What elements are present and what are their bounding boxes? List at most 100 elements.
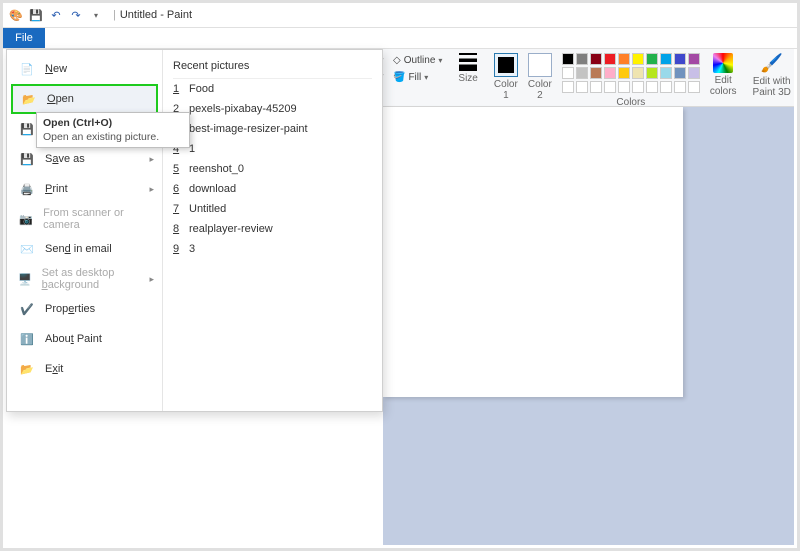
redo-icon[interactable]: ↷ bbox=[69, 8, 83, 22]
file-menu-email[interactable]: ✉️ Send in email bbox=[11, 234, 158, 264]
color-cell[interactable] bbox=[660, 81, 672, 93]
file-menu-saveas[interactable]: 💾 Save as ▸ bbox=[11, 144, 158, 174]
recent-item[interactable]: 6download bbox=[173, 179, 372, 199]
undo-icon[interactable]: ↶ bbox=[49, 8, 63, 22]
color-cell[interactable] bbox=[674, 81, 686, 93]
file-menu-properties[interactable]: ✔️Properties bbox=[11, 294, 158, 324]
recent-item[interactable]: 93 bbox=[173, 239, 372, 259]
paint-app-icon: 🎨 bbox=[9, 8, 23, 22]
color-cell[interactable] bbox=[562, 81, 574, 93]
color1-button[interactable]: Color 1 bbox=[490, 53, 522, 101]
color-cell[interactable] bbox=[688, 67, 700, 79]
color-cell[interactable] bbox=[562, 67, 574, 79]
color-cell[interactable] bbox=[660, 67, 672, 79]
color-cell[interactable] bbox=[646, 53, 658, 65]
edit-colors-button[interactable]: Edit colors bbox=[706, 53, 741, 97]
file-menu-item-label: Save as bbox=[45, 153, 85, 165]
file-menu-open[interactable]: 📂Open bbox=[11, 84, 158, 114]
color-cell[interactable] bbox=[618, 81, 630, 93]
fill-label: Fill bbox=[408, 72, 421, 83]
file-menu-item-label: From scanner or camera bbox=[43, 207, 152, 231]
outline-icon: ◇ bbox=[393, 55, 401, 66]
color-cell[interactable] bbox=[688, 53, 700, 65]
color-cell[interactable] bbox=[674, 53, 686, 65]
file-menu-commands: 📄New📂Open💾Save💾Save as▸🖨️Print▸📷From sca… bbox=[7, 50, 163, 411]
file-menu-new[interactable]: 📄 New bbox=[11, 54, 158, 84]
color-cell[interactable] bbox=[646, 67, 658, 79]
recent-item[interactable]: 3best-image-resizer-paint bbox=[173, 119, 372, 139]
submenu-arrow-icon: ▸ bbox=[149, 184, 154, 195]
file-menu-exit[interactable]: 📂Exit bbox=[11, 354, 158, 384]
print-icon: 🖨️ bbox=[17, 179, 37, 199]
color2-button[interactable]: Color 2 bbox=[524, 53, 556, 101]
chevron-down-icon: ▾ bbox=[438, 56, 442, 65]
chevron-down-icon: ▾ bbox=[424, 73, 428, 82]
scanner-icon: 📷 bbox=[17, 209, 35, 229]
recent-label: realplayer-review bbox=[189, 223, 273, 235]
edit-paint3d-button[interactable]: 🖌️ Edit with Paint 3D bbox=[749, 53, 795, 98]
recent-label: 3 bbox=[189, 243, 195, 255]
color-palette[interactable] bbox=[562, 53, 700, 95]
color-cell[interactable] bbox=[590, 81, 602, 93]
properties-icon: ✔️ bbox=[17, 299, 37, 319]
recent-item[interactable]: 5reenshot_0 bbox=[173, 159, 372, 179]
tooltip-body: Open an existing picture. bbox=[43, 131, 183, 143]
color-cell[interactable] bbox=[632, 67, 644, 79]
file-menu-item-label: Send in email bbox=[45, 243, 112, 255]
new-icon: 📄 bbox=[17, 59, 37, 79]
color-cell[interactable] bbox=[604, 53, 616, 65]
submenu-arrow-icon: ▸ bbox=[149, 154, 154, 165]
file-menu-print[interactable]: 🖨️Print▸ bbox=[11, 174, 158, 204]
submenu-arrow-icon: ▸ bbox=[149, 274, 154, 285]
outline-label: Outline bbox=[404, 55, 436, 66]
recent-item[interactable]: 8realplayer-review bbox=[173, 219, 372, 239]
color-cell[interactable] bbox=[646, 81, 658, 93]
recent-label: Food bbox=[189, 83, 214, 95]
color-cell[interactable] bbox=[562, 53, 574, 65]
about-icon: ℹ️ bbox=[17, 329, 37, 349]
color-cell[interactable] bbox=[590, 53, 602, 65]
color-cell[interactable] bbox=[604, 81, 616, 93]
fill-icon: 🪣 bbox=[393, 72, 405, 83]
file-tab[interactable]: File bbox=[3, 28, 45, 48]
outline-button[interactable]: ◇ Outline ▾ bbox=[389, 53, 446, 68]
save-icon: 💾 bbox=[17, 119, 37, 139]
canvas[interactable] bbox=[383, 107, 683, 397]
color-cell[interactable] bbox=[674, 67, 686, 79]
recent-item[interactable]: 7Untitled bbox=[173, 199, 372, 219]
title-bar: 🎨 💾 ↶ ↷ ▾ | Untitled - Paint bbox=[3, 3, 797, 27]
file-menu-about[interactable]: ℹ️About Paint bbox=[11, 324, 158, 354]
color-cell[interactable] bbox=[632, 53, 644, 65]
quick-access-toolbar: 🎨 💾 ↶ ↷ ▾ bbox=[9, 8, 103, 22]
color-cell[interactable] bbox=[576, 67, 588, 79]
color-cell[interactable] bbox=[660, 53, 672, 65]
color-cell[interactable] bbox=[688, 81, 700, 93]
size-button[interactable]: Size bbox=[454, 53, 481, 84]
ribbon: ◇ Outline ▾ 🪣 Fill ▾ ▾ ▾ Size Color 1 Co… bbox=[383, 49, 794, 107]
fill-button[interactable]: 🪣 Fill ▾ bbox=[389, 70, 446, 85]
file-menu-item-label: New bbox=[45, 63, 67, 75]
color-cell[interactable] bbox=[590, 67, 602, 79]
saveas-icon: 💾 bbox=[17, 149, 37, 169]
color-cell[interactable] bbox=[632, 81, 644, 93]
recent-item[interactable]: 1Food bbox=[173, 79, 372, 99]
color-cell[interactable] bbox=[604, 67, 616, 79]
color-cell[interactable] bbox=[618, 53, 630, 65]
color-cell[interactable] bbox=[576, 81, 588, 93]
file-menu-item-label: Exit bbox=[45, 363, 63, 375]
below-menu-area bbox=[6, 412, 383, 545]
save-icon[interactable]: 💾 bbox=[29, 8, 43, 22]
recent-item[interactable]: 41 bbox=[173, 139, 372, 159]
recent-item[interactable]: 2pexels-pixabay-45209 bbox=[173, 99, 372, 119]
tooltip-title: Open (Ctrl+O) bbox=[43, 117, 183, 129]
edit-colors-icon bbox=[713, 53, 733, 73]
open-tooltip: Open (Ctrl+O) Open an existing picture. bbox=[36, 112, 190, 148]
window-title: Untitled - Paint bbox=[120, 9, 192, 21]
color-cell[interactable] bbox=[618, 67, 630, 79]
color-cell[interactable] bbox=[576, 53, 588, 65]
recent-header: Recent pictures bbox=[173, 56, 372, 79]
file-menu-item-label: Set as desktop background bbox=[42, 267, 152, 291]
qat-dropdown-icon[interactable]: ▾ bbox=[89, 8, 103, 22]
separator: | bbox=[113, 9, 116, 21]
email-icon: ✉️ bbox=[17, 239, 37, 259]
